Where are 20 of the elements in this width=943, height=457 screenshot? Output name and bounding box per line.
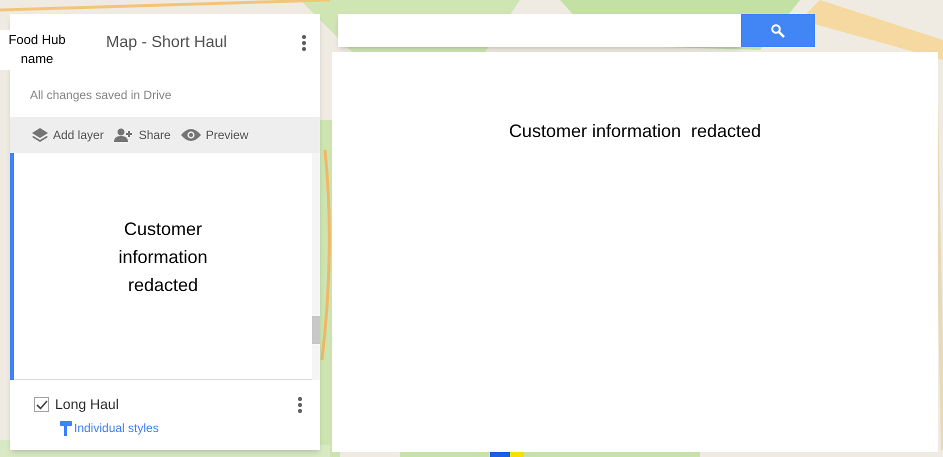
layer-checkbox[interactable]	[34, 397, 49, 412]
search-icon	[771, 24, 785, 38]
eye-icon	[180, 128, 201, 142]
more-options-icon[interactable]	[298, 396, 302, 412]
preview-button[interactable]: Preview	[180, 126, 248, 144]
add-layer-button[interactable]: Add layer	[32, 126, 104, 144]
redaction-note: Customer information redacted	[117, 218, 209, 297]
share-button[interactable]: Share	[114, 126, 171, 144]
redaction-note: Customer information redacted	[508, 120, 762, 143]
add-person-icon	[114, 128, 134, 142]
more-options-icon[interactable]	[302, 35, 306, 51]
search-button[interactable]	[741, 14, 815, 47]
paint-roller-icon	[60, 420, 72, 436]
layer-name: Long Haul	[55, 395, 120, 414]
search-field[interactable]	[338, 14, 741, 47]
layers-icon	[32, 128, 48, 142]
styles-link[interactable]: Individual styles	[60, 419, 159, 437]
map-title: Map - Short Haul	[106, 33, 228, 53]
scrollbar-thumb[interactable]	[312, 316, 320, 344]
save-status: All changes saved in Drive	[30, 86, 172, 104]
